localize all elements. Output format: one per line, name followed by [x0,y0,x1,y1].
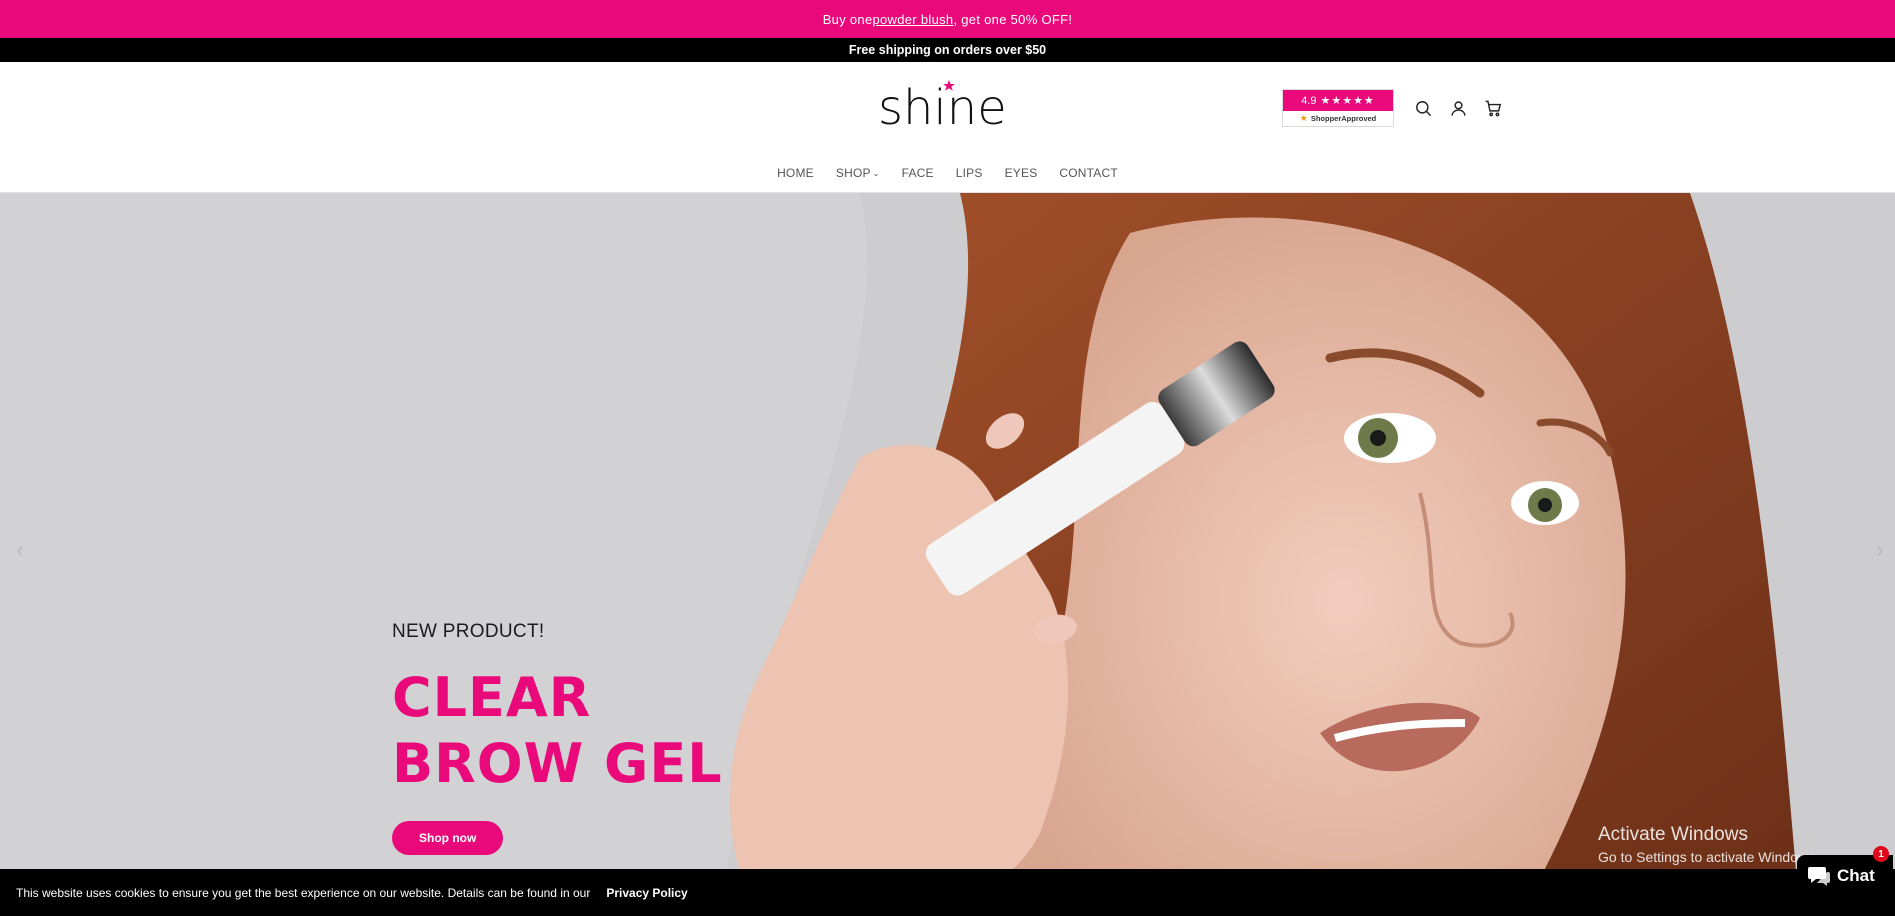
nav-item-contact[interactable]: CONTACT [1059,166,1118,180]
star-icon: ★ [1299,113,1308,123]
hero-headline-line1: CLEAR [392,666,592,729]
privacy-policy-link[interactable]: Privacy Policy [606,886,687,900]
hero-headline-line2: BROW GEL [392,732,723,795]
rating-stars: ★★★★★ [1320,95,1375,107]
nav-item-shop[interactable]: SHOP ⌄ [836,166,880,180]
nav-item-lips[interactable]: LIPS [956,166,983,180]
chevron-down-icon: ⌄ [872,169,880,178]
cookie-text: This website uses cookies to ensure you … [16,885,591,900]
main-nav: HOME SHOP ⌄ FACE LIPS EYES CONTACT [0,166,1895,180]
hero-headline: CLEAR BROW GEL [392,665,723,797]
shine-logo[interactable]: shine [876,78,1028,134]
hero-eyebrow: NEW PRODUCT! [392,621,545,642]
logo-text: shine [878,80,1007,134]
cookie-banner: This website uses cookies to ensure you … [0,869,1895,916]
watermark-title: Activate Windows [1598,824,1748,845]
nav-item-home[interactable]: HOME [777,166,814,180]
promo-text-before: Buy one [822,11,873,27]
hero-content: NEW PRODUCT! CLEAR BROW GEL Shop now [392,621,723,855]
nav-label: HOME [777,166,814,180]
nav-item-face[interactable]: FACE [902,166,934,180]
nav-label: EYES [1004,166,1038,180]
rating-summary: 4.9 ★★★★★ [1283,90,1393,111]
promo-bar: Buy one powder blush , get one 50% OFF! [0,0,1895,38]
nav-label: LIPS [955,166,983,180]
shop-now-button[interactable]: Shop now [392,821,504,855]
promo-text-after: , get one 50% OFF! [953,11,1073,27]
search-icon[interactable] [1412,97,1434,119]
nav-label: SHOP [835,166,871,180]
chat-bubble-icon [1808,867,1830,886]
shipping-text: Free shipping on orders over $50 [848,43,1047,57]
nav-label: CONTACT [1059,166,1118,180]
cart-icon[interactable] [1482,97,1504,119]
chat-unread-badge: 1 [1873,846,1889,862]
nav-label: FACE [901,166,934,180]
site-header: shine 4.9 ★★★★★ ★ ShopperApproved HOME S… [0,62,1895,193]
shipping-bar: Free shipping on orders over $50 [0,38,1895,62]
windows-activation-watermark: Activate Windows Go to Settings to activ… [1598,824,1819,865]
chat-label: Chat [1837,866,1875,885]
nav-item-eyes[interactable]: EYES [1005,166,1038,180]
next-slide-arrow-icon[interactable]: › [1870,539,1890,561]
rating-provider: ★ ShopperApproved [1283,111,1393,126]
shopper-approved-badge[interactable]: 4.9 ★★★★★ ★ ShopperApproved [1282,89,1394,127]
account-icon[interactable] [1447,97,1469,119]
watermark-subtitle: Go to Settings to activate Windows. [1598,849,1819,865]
promo-link-powder-blush[interactable]: powder blush [873,12,954,27]
hero-image [720,193,1895,916]
rating-score: 4.9 [1301,94,1317,107]
rating-provider-name: ShopperApproved [1310,114,1377,123]
prev-slide-arrow-icon[interactable]: ‹ [10,539,30,561]
hero-slideshow: ‹ › NEW PRODUCT! CLEAR BROW GEL Shop now… [0,193,1895,916]
